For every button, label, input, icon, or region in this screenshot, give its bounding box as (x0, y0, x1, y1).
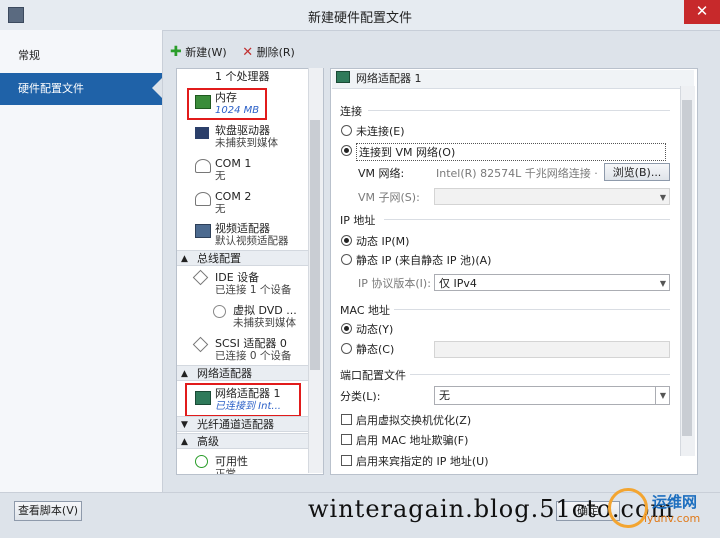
tree-scrollbar-thumb[interactable] (310, 120, 320, 370)
vm-network-label: VM 网络: (358, 167, 405, 180)
delete-x-icon: ✕ (242, 45, 254, 60)
connection-group-label: 连接 (340, 105, 362, 118)
section-bus-label: 总线配置 (197, 252, 241, 265)
logo-title: 运维网 (652, 493, 698, 511)
new-button[interactable]: ✚ 新建(W) (170, 44, 227, 60)
availability-icon (195, 455, 208, 468)
mac-group-label: MAC 地址 (340, 304, 390, 317)
logo-url: iyunv.com (644, 512, 701, 525)
site-logo: 运维网 iyunv.com (608, 488, 712, 533)
section-fc-label: 光纤通道适配器 (197, 418, 274, 431)
collapse-caret-icon: ▲ (181, 437, 188, 447)
vm-network-value: Intel(R) 82574L 千兆网络连接 · (436, 167, 598, 180)
section-fibre-channel[interactable]: ▼ 光纤通道适配器 (177, 416, 309, 432)
ip-group-label: IP 地址 (340, 214, 376, 227)
divider (410, 374, 670, 375)
panel-header-title: 网络适配器 1 (356, 72, 422, 85)
memory-highlight-box (187, 88, 267, 120)
delete-button-label: 删除(R) (256, 46, 295, 59)
nav-selection-arrow (152, 78, 162, 98)
mac-address-field[interactable] (434, 341, 670, 358)
collapse-caret-icon: ▲ (181, 369, 188, 379)
vm-subnet-select[interactable]: ▼ (434, 188, 670, 205)
window-title: 新建硬件配置文件 (307, 11, 412, 26)
radio-vm-network[interactable] (341, 145, 352, 156)
nic-highlight-box (185, 383, 301, 417)
radio-mac-dynamic[interactable] (341, 323, 352, 334)
close-button[interactable]: ✕ (684, 0, 720, 24)
panel-header: 网络适配器 1 (332, 70, 694, 89)
radio-static-ip-label: 静态 IP (来自静态 IP 池)(A) (356, 254, 492, 267)
collapse-caret-icon: ▲ (181, 254, 188, 264)
tree-dvd-label: 虚拟 DVD ... (233, 304, 297, 317)
com-port-icon (195, 192, 211, 206)
radio-static-ip[interactable] (341, 254, 352, 265)
radio-vm-network-label: 连接到 VM 网络(O) (356, 143, 666, 161)
floppy-icon (195, 127, 209, 139)
section-bus-config[interactable]: ▲ 总线配置 (177, 250, 309, 266)
divider (394, 309, 670, 310)
section-advanced[interactable]: ▲ 高级 (177, 433, 309, 449)
com-port-icon (195, 159, 211, 173)
expand-caret-icon: ▼ (181, 420, 188, 430)
dvd-disc-icon (213, 305, 226, 318)
radio-unconnected[interactable] (341, 125, 352, 136)
checkbox-mac-spoofing-label: 启用 MAC 地址欺骗(F) (356, 434, 469, 447)
radio-mac-static[interactable] (341, 343, 352, 354)
radio-dynamic-ip-label: 动态 IP(M) (356, 235, 410, 248)
checkbox-guest-ip-label: 启用来宾指定的 IP 地址(U) (356, 455, 489, 468)
logo-ring-icon (608, 488, 648, 528)
chevron-down-icon: ▼ (654, 387, 666, 404)
video-adapter-icon (195, 224, 211, 238)
panel-scrollbar-thumb[interactable] (682, 100, 692, 436)
tree-dvd-sub: 未捕获到媒体 (233, 317, 296, 329)
scsi-adapter-icon (192, 336, 209, 353)
section-network-label: 网络适配器 (197, 367, 252, 380)
section-advanced-label: 高级 (197, 435, 219, 448)
tree-item-dvd[interactable]: 虚拟 DVD ... 未捕获到媒体 (233, 304, 311, 330)
checkbox-mac-spoofing[interactable] (341, 434, 352, 445)
ide-device-icon (192, 269, 209, 286)
hardware-tree[interactable]: 1 个处理器 内存 1024 MB 软盘驱动器 未捕获到媒体 COM 1 无 C… (176, 68, 324, 475)
nav-item-hardware-profile[interactable]: 硬件配置文件 (0, 73, 162, 105)
network-adapter-icon (336, 71, 350, 83)
port-profile-group-label: 端口配置文件 (340, 369, 406, 382)
ip-protocol-label: IP 协议版本(I): (358, 277, 431, 290)
new-button-label: 新建(W) (185, 46, 227, 59)
browse-button[interactable]: 浏览(B)... (604, 163, 670, 181)
classification-label: 分类(L): (340, 390, 381, 403)
section-network[interactable]: ▲ 网络适配器 (177, 365, 309, 381)
chevron-down-icon: ▼ (659, 193, 666, 202)
plus-icon: ✚ (170, 44, 182, 60)
checkbox-virtual-switch-opt-label: 启用虚拟交换机优化(Z) (356, 414, 472, 427)
checkbox-guest-ip[interactable] (341, 455, 352, 466)
radio-mac-static-label: 静态(C) (356, 343, 395, 356)
ip-protocol-value: 仅 IPv4 (439, 277, 477, 290)
nav-item-general[interactable]: 常规 (0, 40, 162, 72)
divider (368, 110, 670, 111)
chevron-down-icon: ▼ (659, 279, 666, 288)
delete-button[interactable]: ✕ 删除(R) (242, 44, 295, 60)
vm-subnet-label: VM 子网(S): (358, 191, 420, 204)
radio-dynamic-ip[interactable] (341, 235, 352, 246)
checkbox-virtual-switch-opt[interactable] (341, 414, 352, 425)
divider (384, 219, 670, 220)
view-script-button[interactable]: 查看脚本(V) (14, 501, 82, 521)
ip-protocol-select[interactable]: 仅 IPv4 ▼ (434, 274, 670, 291)
classification-value: 无 (439, 389, 450, 402)
radio-mac-dynamic-label: 动态(Y) (356, 323, 394, 336)
toolbar: ✚ 新建(W) ✕ 删除(R) (170, 44, 307, 66)
radio-unconnected-label: 未连接(E) (356, 125, 405, 138)
classification-select[interactable]: 无 ▼ (434, 386, 670, 405)
